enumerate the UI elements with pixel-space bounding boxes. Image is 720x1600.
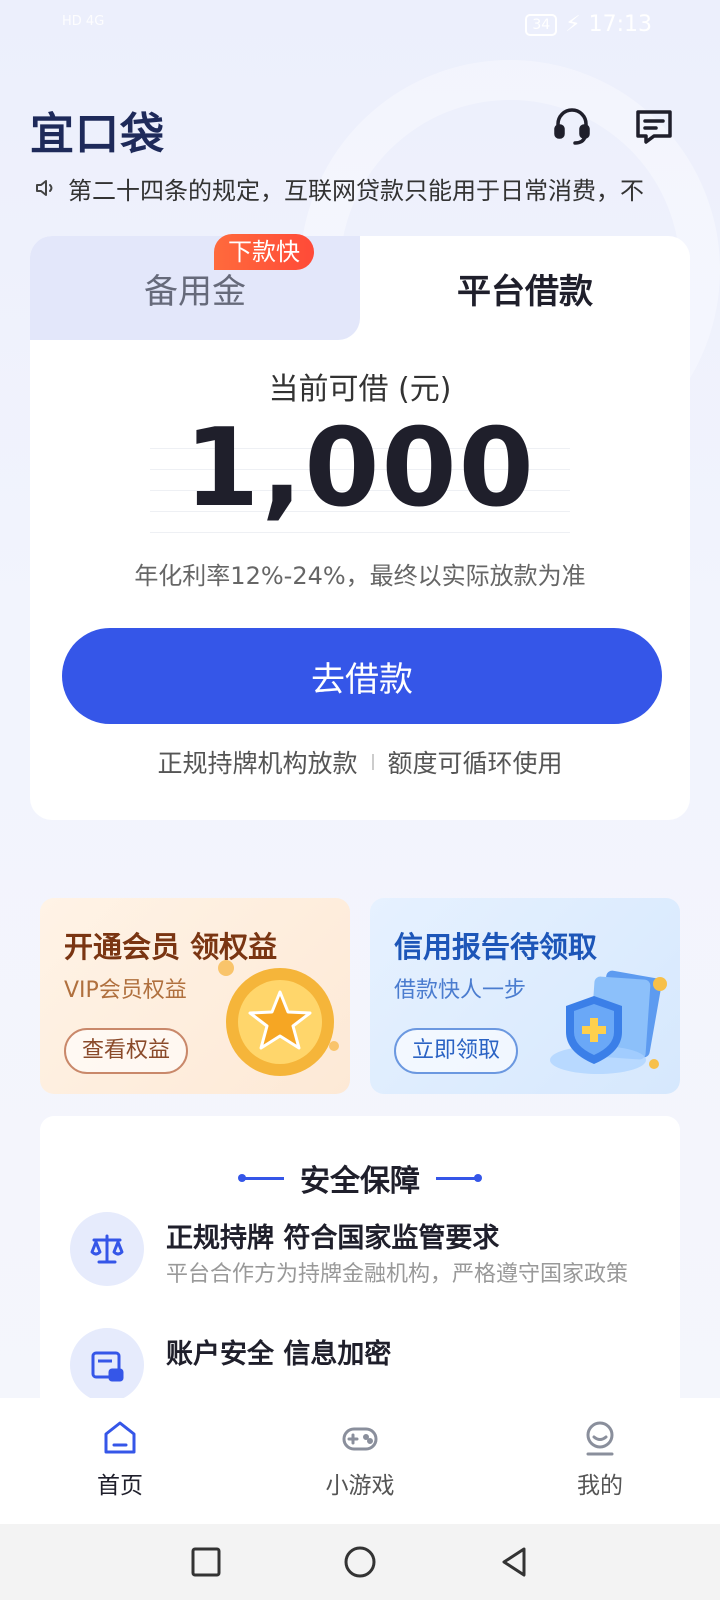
feature-revolving: 额度可循环使用 [387,749,563,778]
promo-subtitle: VIP会员权益 [64,978,187,1003]
loan-card: 备用金 平台借款 当前可借 (元) 1,000 年化利率12%-24%，最终以实… [30,236,690,820]
nav-label: 首页 [97,1473,143,1499]
security-item-desc: 平台合作方为持牌金融机构，严格遵守国家政策 [166,1262,629,1287]
vip-promo-card[interactable]: 开通会员 领权益 VIP会员权益 查看权益 [40,898,350,1094]
headset-icon[interactable] [550,104,594,148]
nav-label: 我的 [577,1473,623,1499]
borrow-button[interactable]: 去借款 [62,628,662,724]
app-logo: 宜口袋 [30,109,165,160]
secure-card-icon [70,1328,144,1402]
notice-bar[interactable]: 第二十四条的规定，互联网贷款只能用于日常消费，不 [34,168,684,208]
shield-document-icon [550,970,667,1074]
view-benefits-button[interactable]: 查看权益 [64,1028,189,1074]
interest-rate-text: 年化利率12%-24%，最终以实际放款为准 [134,562,586,590]
speaker-icon [36,180,53,196]
charging-icon: ⚡ [565,12,581,37]
divider [371,754,374,770]
feature-licensed: 正规持牌机构放款 [157,749,358,778]
security-item-licensed: 正规持牌 符合国家监管要求 平台合作方为持牌金融机构，严格遵守国家政策 [70,1212,670,1302]
available-amount: 1,000 [184,406,536,531]
home-system-icon[interactable] [342,1544,378,1580]
security-item-title: 正规持牌 符合国家监管要求 [166,1223,500,1254]
tab-platform-loan[interactable]: 平台借款 [360,236,690,340]
fast-payout-badge: 下款快 [214,234,314,270]
scale-icon [70,1212,144,1286]
feature-list: 正规持牌机构放款 额度可循环使用 [30,744,690,780]
available-label: 当前可借 (元) [268,372,452,407]
back-icon[interactable] [496,1544,532,1580]
nav-profile[interactable]: 我的 [480,1398,720,1524]
security-title: 安全保障 [300,1164,420,1199]
star-coin-icon [218,960,339,1076]
decor-line-right [436,1173,482,1182]
signal-indicator: HD 4G [62,14,105,29]
gamepad-icon [342,1427,378,1451]
status-bar: HD 4G 34 ⚡ 17:13 [0,0,720,50]
system-nav-bar [0,1524,720,1600]
home-icon [104,1421,136,1454]
status-time: 17:13 [588,12,652,37]
message-icon[interactable] [632,104,676,148]
nav-home[interactable]: 首页 [0,1398,240,1524]
decor-line-left [238,1173,284,1182]
profile-icon [586,1421,614,1456]
security-header: 安全保障 [40,1156,680,1200]
status-right: 34 ⚡ 17:13 [525,12,652,37]
battery-icon: 34 [525,13,558,36]
notice-text: 第二十四条的规定，互联网贷款只能用于日常消费，不 [68,176,644,205]
bottom-nav: 首页 小游戏 我的 [0,1398,720,1524]
security-item-title: 账户安全 信息加密 [166,1339,392,1370]
credit-report-promo-card[interactable]: 信用报告待领取 借款快人一步 立即领取 [370,898,680,1094]
nav-label: 小游戏 [325,1473,395,1499]
promo-subtitle: 借款快人一步 [394,978,527,1003]
claim-now-button[interactable]: 立即领取 [394,1028,519,1074]
nav-games[interactable]: 小游戏 [240,1398,480,1524]
recents-icon[interactable] [188,1544,224,1580]
